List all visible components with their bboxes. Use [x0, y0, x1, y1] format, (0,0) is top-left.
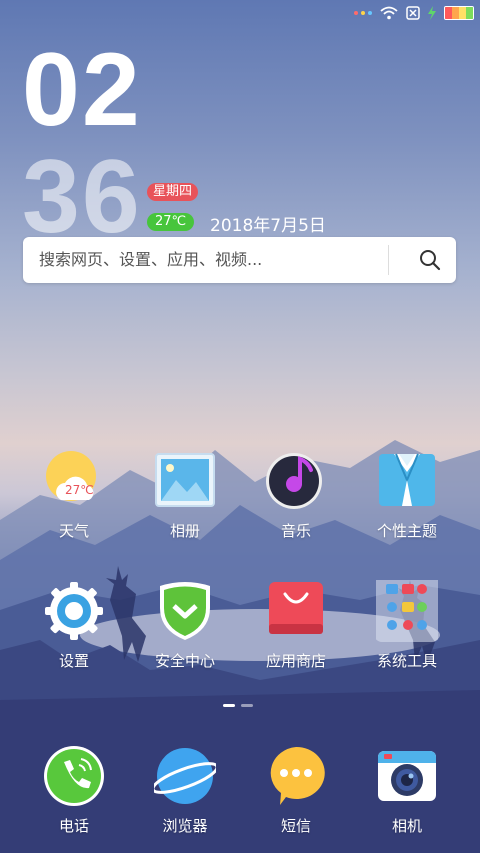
messages-icon — [265, 745, 327, 807]
browser-icon — [151, 745, 219, 807]
search-bar[interactable] — [23, 237, 456, 283]
security-icon — [154, 580, 216, 642]
app-weather[interactable]: 27℃ 天气 — [19, 450, 129, 541]
app-music[interactable]: 音乐 — [241, 450, 351, 541]
app-label: 系统工具 — [376, 652, 437, 670]
search-input[interactable] — [39, 237, 379, 283]
weather-icon: 27℃ — [43, 450, 105, 512]
app-label: 天气 — [58, 522, 89, 540]
dock-messages[interactable]: 短信 — [241, 745, 351, 836]
camera-icon — [376, 745, 438, 807]
settings-icon — [43, 580, 105, 642]
app-label: 相册 — [169, 522, 200, 540]
search-divider — [388, 245, 389, 275]
app-system-tools-folder[interactable]: 系统工具 — [352, 576, 462, 671]
temperature-badge[interactable]: 27℃ — [147, 213, 195, 231]
app-label: 短信 — [280, 817, 311, 835]
app-label: 音乐 — [280, 522, 311, 540]
battery-icon — [444, 6, 474, 20]
app-label: 电话 — [58, 817, 89, 835]
clock-hour[interactable]: 02 — [22, 30, 142, 150]
no-sim-icon — [406, 6, 420, 20]
dock-browser[interactable]: 浏览器 — [130, 745, 240, 836]
date-text[interactable]: 2018年7月5日 — [210, 211, 326, 236]
page-dot[interactable] — [241, 704, 253, 707]
dock-camera[interactable]: 相机 — [352, 745, 462, 836]
status-bar — [354, 4, 474, 22]
app-gallery[interactable]: 相册 — [130, 450, 240, 541]
weekday-badge: 星期四 — [147, 183, 199, 201]
app-security[interactable]: 安全中心 — [130, 580, 240, 671]
app-settings[interactable]: 设置 — [19, 580, 129, 671]
search-icon — [419, 250, 440, 271]
app-label: 个性主题 — [376, 522, 437, 540]
dock-phone[interactable]: 电话 — [19, 745, 129, 836]
music-icon — [265, 450, 327, 512]
app-label: 应用商店 — [265, 652, 326, 670]
wifi-icon — [380, 6, 398, 20]
app-label: 相机 — [391, 817, 422, 835]
app-themes[interactable]: 个性主题 — [352, 450, 462, 541]
clock-minute[interactable]: 36 — [22, 142, 142, 252]
app-label: 浏览器 — [162, 817, 208, 835]
app-label: 设置 — [58, 652, 89, 670]
phone-icon — [43, 745, 105, 807]
weather-temp-label: 27℃ — [65, 483, 94, 497]
app-label: 安全中心 — [154, 652, 215, 670]
page-dot-active[interactable] — [223, 704, 235, 707]
charging-bolt-icon — [428, 6, 436, 20]
page-indicator — [223, 704, 253, 707]
app-store-icon — [265, 580, 327, 642]
search-button[interactable] — [403, 237, 456, 283]
folder-icon — [374, 576, 440, 642]
app-store[interactable]: 应用商店 — [241, 580, 351, 671]
themes-icon — [376, 450, 438, 512]
gallery-icon — [154, 450, 216, 512]
notification-dots-icon — [354, 11, 372, 15]
